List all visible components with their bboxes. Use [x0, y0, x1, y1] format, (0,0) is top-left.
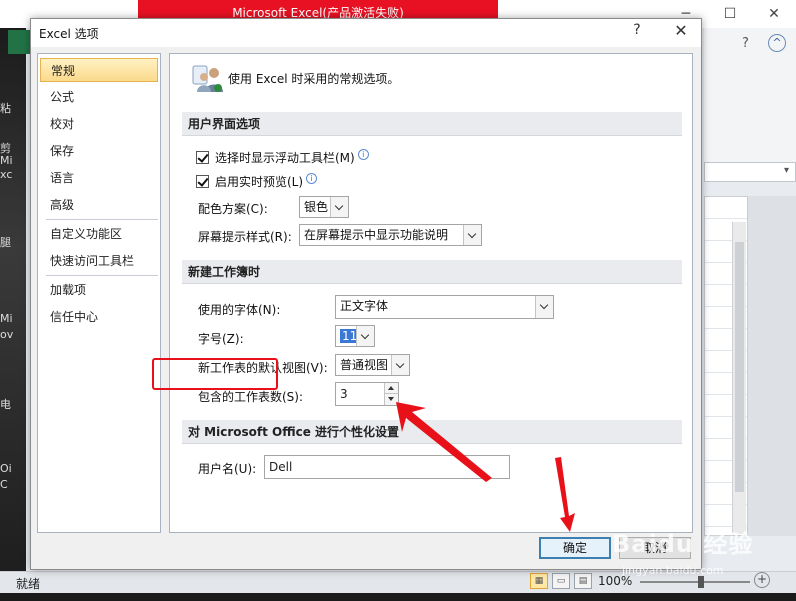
watermark-url: jingyan.baidu.com [622, 564, 724, 577]
watermark-logo: Baidu 经验 [612, 530, 754, 558]
arrow-to-ok-button [555, 457, 575, 532]
arrow-to-sheet-count [396, 402, 492, 482]
annotation-arrows [396, 402, 575, 532]
